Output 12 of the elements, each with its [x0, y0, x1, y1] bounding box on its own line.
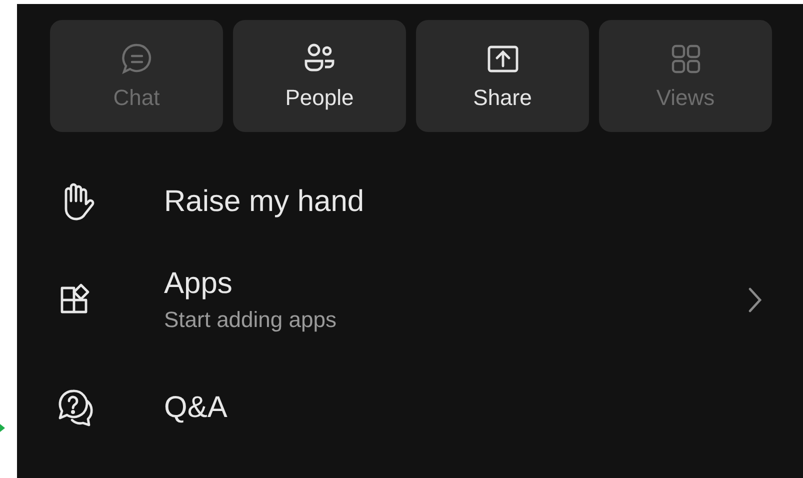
item-title: Q&A — [164, 391, 228, 425]
menu-item[interactable]: Q&A — [50, 356, 770, 460]
menu-item[interactable]: Raise my hand — [50, 160, 770, 244]
item-subtitle: Start adding apps — [164, 307, 336, 333]
arrow-icon — [0, 423, 5, 433]
menu-tile[interactable]: Share — [416, 20, 589, 132]
chevron-icon — [748, 287, 762, 313]
question-icon — [56, 387, 96, 429]
menu-item[interactable]: Apps Start adding apps — [50, 244, 770, 356]
menu-tile[interactable]: People — [233, 20, 406, 132]
item-title: Apps — [164, 267, 234, 301]
item-title: Raise my hand — [164, 185, 364, 219]
